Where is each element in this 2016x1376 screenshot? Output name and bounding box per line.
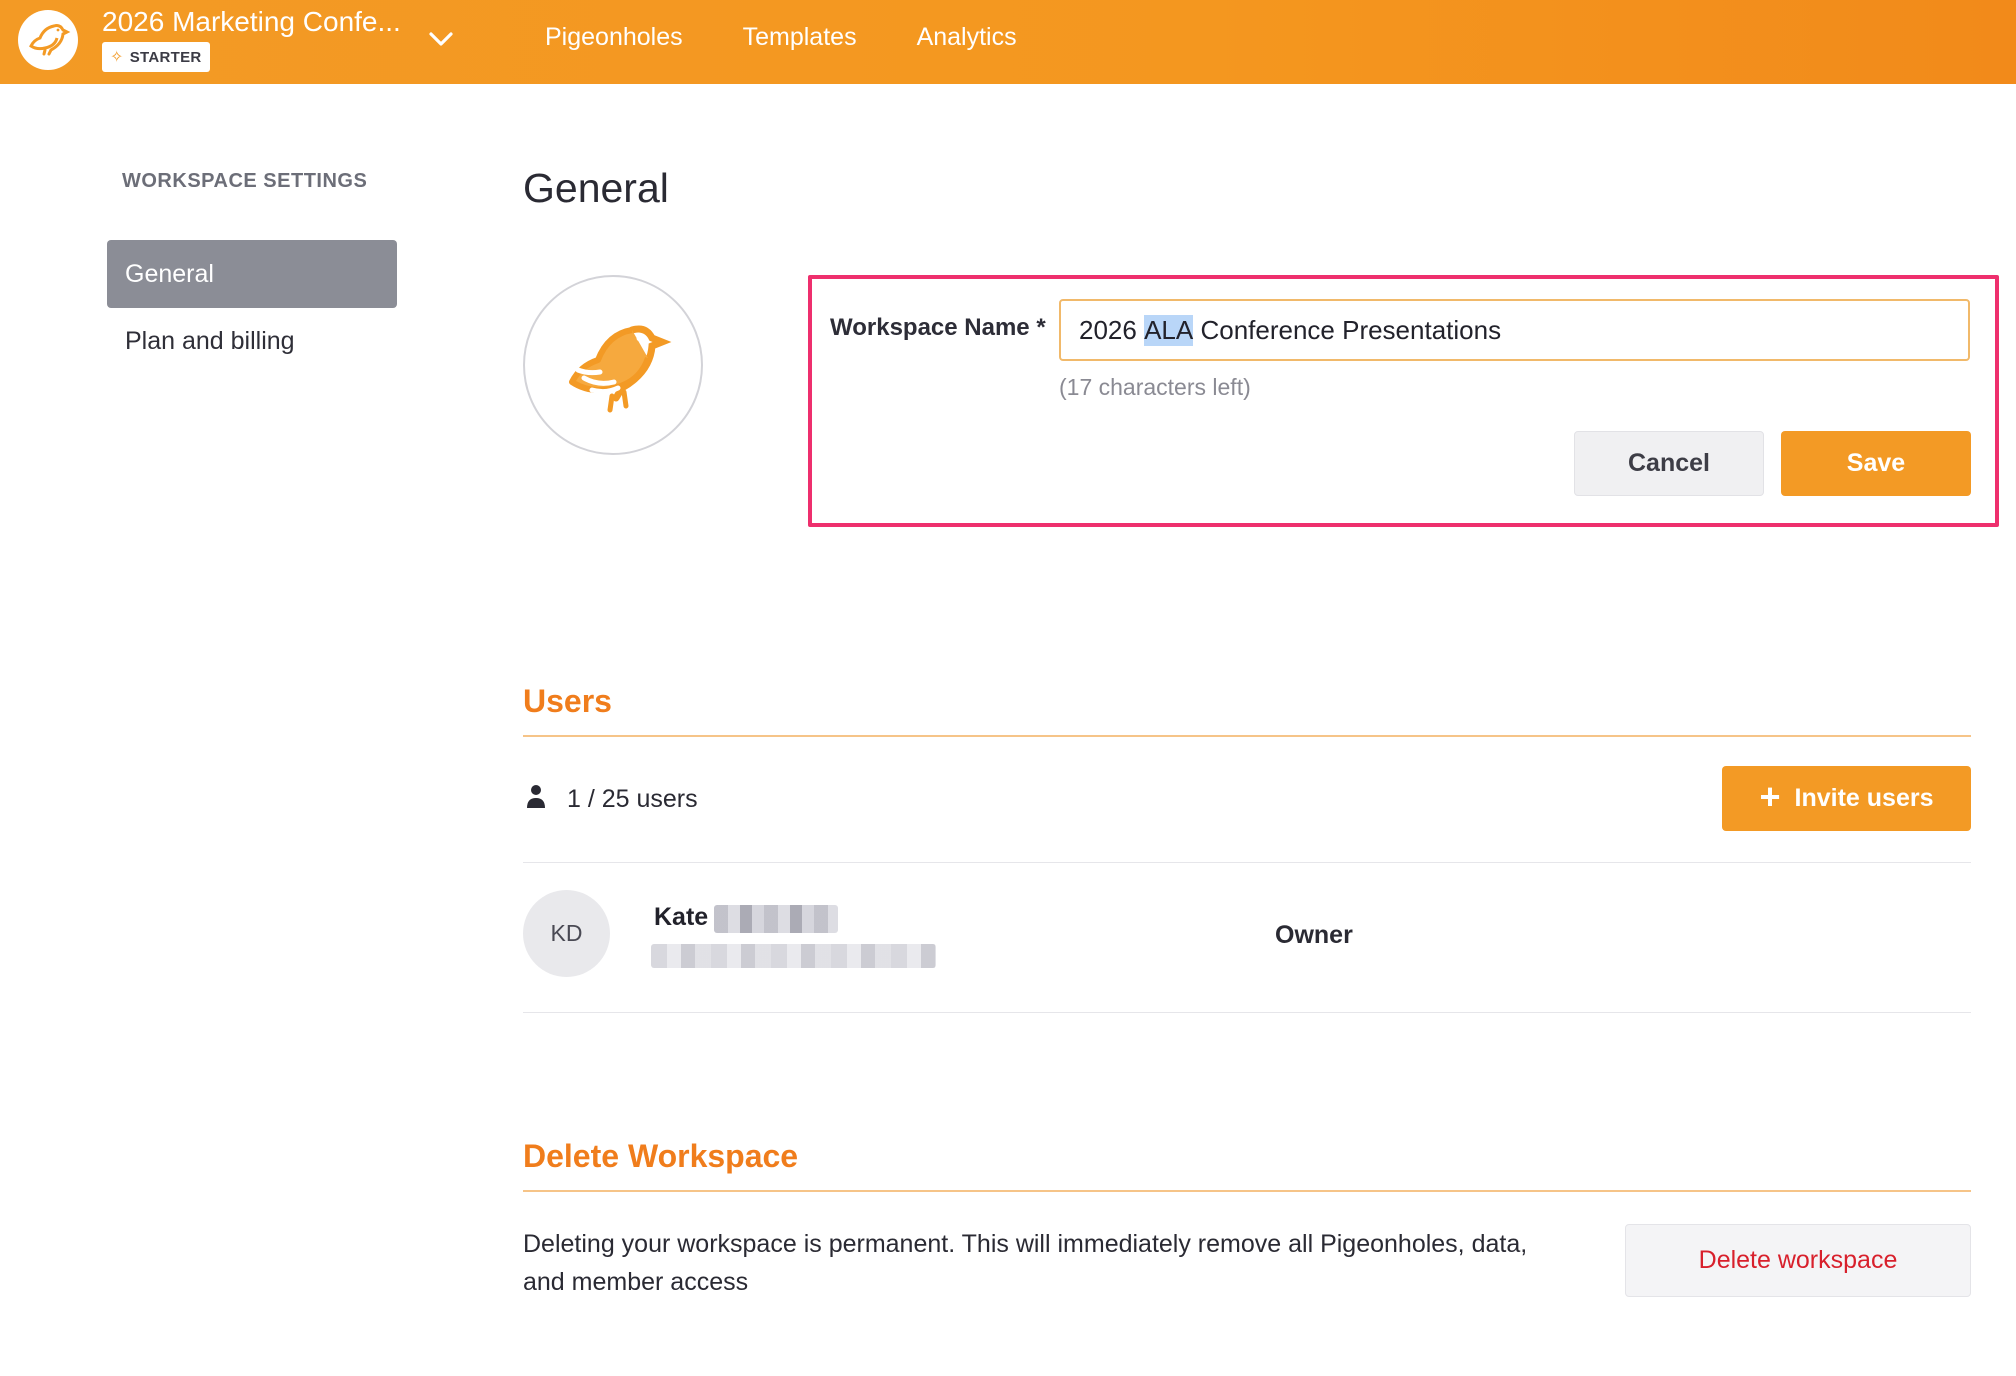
cancel-button[interactable]: Cancel [1574, 431, 1764, 496]
main-nav: Pigeonholes Templates Analytics [545, 0, 1017, 74]
delete-description: Deleting your workspace is permanent. Th… [523, 1230, 1528, 1296]
nav-analytics[interactable]: Analytics [917, 23, 1017, 52]
bird-logo-icon[interactable] [18, 10, 78, 70]
user-role: Owner [1275, 921, 1353, 949]
nav-templates[interactable]: Templates [743, 23, 857, 52]
nav-pigeonholes[interactable]: Pigeonholes [545, 23, 683, 52]
name-text-after: Conference Presentations [1193, 314, 1502, 345]
user-name: Kate [654, 903, 709, 931]
page-title: General [523, 165, 669, 211]
characters-left: (17 characters left) [1059, 374, 1251, 400]
plus-icon: + [1759, 775, 1781, 817]
avatar: KD [523, 890, 610, 977]
invite-users-label: Invite users [1794, 784, 1934, 812]
workspace-title[interactable]: 2026 Marketing Confe... [102, 6, 401, 38]
invite-users-button[interactable]: + Invite users [1722, 766, 1971, 831]
save-button[interactable]: Save [1781, 431, 1971, 496]
sidebar-item-general[interactable]: General [107, 240, 397, 308]
person-icon [525, 784, 547, 808]
users-count: 1 / 25 users [567, 785, 698, 813]
workspace-name-input[interactable]: 2026 ALA Conference Presentations [1059, 299, 1970, 361]
delete-divider [523, 1190, 1971, 1192]
sidebar-heading: WORKSPACE SETTINGS [122, 170, 368, 192]
spark-icon: ✧ [110, 49, 124, 66]
workspace-name-label: Workspace Name * [830, 314, 1046, 341]
bird-avatar-icon [569, 325, 672, 413]
workspace-avatar[interactable] [523, 275, 703, 455]
name-text-before: 2026 [1079, 314, 1145, 345]
users-divider [523, 735, 1971, 737]
sidebar-item-plan-billing[interactable]: Plan and billing [107, 307, 397, 375]
top-bar: 2026 Marketing Confe... ✧ STARTER Pigeon… [0, 0, 2016, 84]
users-section-title: Users [523, 683, 612, 719]
name-text-selected: ALA [1144, 314, 1194, 346]
plan-badge-label: STARTER [129, 48, 202, 66]
plan-badge: ✧ STARTER [102, 42, 210, 72]
delete-section-title: Delete Workspace [523, 1138, 799, 1174]
delete-workspace-button[interactable]: Delete workspace [1625, 1224, 1971, 1297]
users-list-bottom-divider [523, 1012, 1971, 1013]
chevron-down-icon[interactable] [424, 22, 458, 56]
users-list-top-divider [523, 862, 1971, 863]
user-lastname-redacted [714, 905, 838, 933]
user-email-redacted [651, 944, 936, 968]
